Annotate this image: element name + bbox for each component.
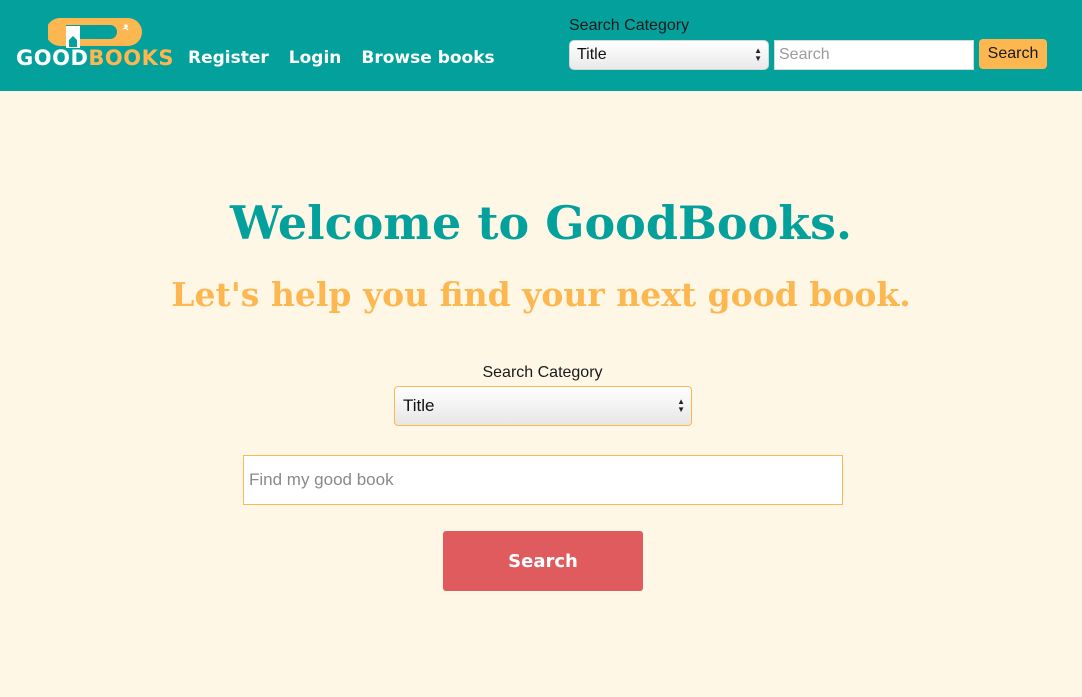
logo-word-books: BOOKS (88, 46, 174, 70)
hero-title: Welcome to GoodBooks. (229, 196, 853, 250)
header-search-button[interactable]: Search (979, 39, 1047, 69)
main-search-input[interactable] (243, 455, 843, 505)
header-category-select[interactable]: Title ▲ ▼ (569, 40, 769, 70)
select-arrows-icon: ▲ ▼ (754, 46, 762, 63)
main-category-value: Title (403, 396, 435, 415)
hero-subtitle: Let's help you find your next good book. (171, 275, 911, 314)
nav-login-link[interactable]: Login (289, 46, 342, 70)
goodbooks-logo[interactable]: GOODBOOKS (16, 16, 173, 74)
header-search-input[interactable] (774, 40, 974, 70)
header-category-value: Title (577, 46, 607, 63)
main-nav: Register Login Browse books (188, 46, 495, 70)
nav-browse-books-link[interactable]: Browse books (361, 46, 494, 70)
header-search-category-label: Search Category (569, 17, 690, 34)
book-logo-icon (48, 18, 142, 48)
main-category-select[interactable]: Title ▲ ▼ (394, 386, 692, 426)
top-navbar: GOODBOOKS Register Login Browse books Se… (0, 0, 1082, 91)
main-search-category-label: Search Category (482, 364, 603, 381)
nav-register-link[interactable]: Register (188, 46, 269, 70)
main-search-button[interactable]: Search (443, 531, 643, 591)
select-arrows-icon: ▲ ▼ (677, 397, 685, 414)
logo-word-good: GOOD (16, 46, 89, 70)
